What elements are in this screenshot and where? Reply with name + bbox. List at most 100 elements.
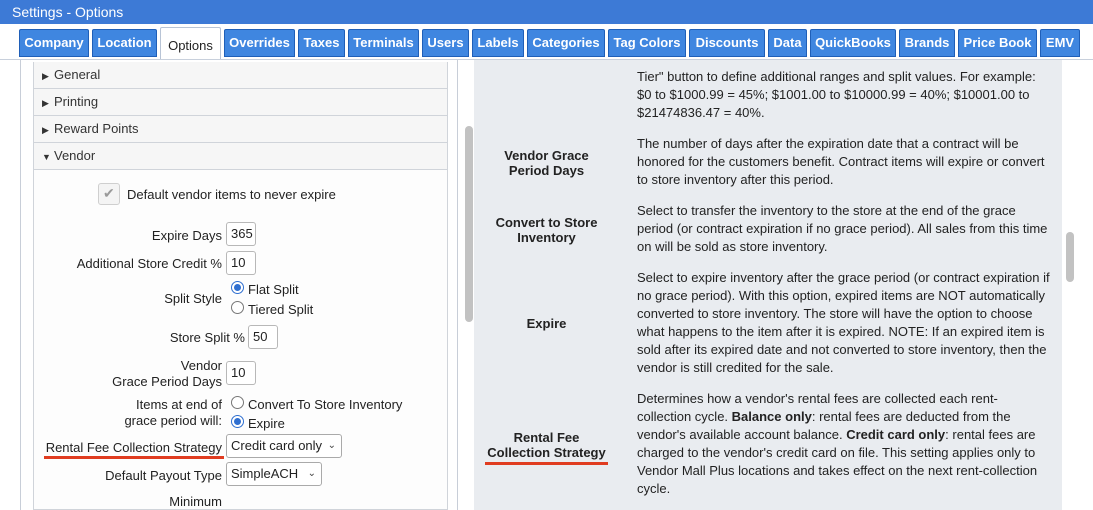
tab-terminals[interactable]: Terminals xyxy=(348,29,419,57)
accordion-printing-label: Printing xyxy=(54,94,99,109)
tab-tag-colors[interactable]: Tag Colors xyxy=(608,29,686,57)
tab-labels[interactable]: Labels xyxy=(472,29,524,57)
expire-days-input[interactable]: 365 xyxy=(226,222,256,246)
accordion-vendor[interactable]: ▼ Vendor xyxy=(33,143,448,170)
never-expire-label: Default vendor items to never expire xyxy=(127,187,336,202)
help-term-expire: Expire xyxy=(526,316,567,331)
tiered-split-label: Tiered Split xyxy=(248,302,314,317)
help-desc-grace-line3: to store inventory after this period. xyxy=(637,172,834,187)
accordion-general[interactable]: ▶ General xyxy=(33,62,448,89)
help-term-rental-line2: Collection Strategy xyxy=(487,445,606,460)
store-split-label: Store Split % xyxy=(169,330,245,345)
tiered-split-radio[interactable] xyxy=(231,301,244,314)
payout-type-label: Default Payout Type xyxy=(105,468,222,483)
additional-store-credit-label: Additional Store Credit % xyxy=(76,256,222,271)
options-panel-scrollbar[interactable] xyxy=(465,126,473,322)
help-desc-expire-line1: Select to expire inventory after the gra… xyxy=(637,270,1050,285)
caret-right-icon: ▶ xyxy=(42,98,49,108)
tab-taxes[interactable]: Taxes xyxy=(298,29,345,57)
rental-fee-strategy-value: Credit card only xyxy=(231,438,323,453)
help-desc-rental-line3-post: : rental fees are xyxy=(945,427,1036,442)
help-fragment-line2: $0 to $1000.99 = 45%; $1001.00 to $10000… xyxy=(637,87,1030,102)
rental-term-highlight xyxy=(485,462,608,465)
help-desc-expire-line4: what happens to the item after it is exp… xyxy=(637,324,1045,339)
tab-emv[interactable]: EMV xyxy=(1040,29,1080,57)
expire-days-label: Expire Days xyxy=(151,228,222,243)
window-title: Settings - Options xyxy=(0,0,1093,24)
grace-period-label-line1: Vendor xyxy=(180,358,222,373)
balance-only-term: Balance only xyxy=(731,409,812,424)
help-desc-convert-line2: period (or contract expiration if no gra… xyxy=(637,221,1048,236)
rental-fee-strategy-select[interactable]: Credit card only ⌄ xyxy=(226,434,342,458)
help-term-grace-line1: Vendor Grace xyxy=(504,148,589,163)
flat-split-radio[interactable] xyxy=(231,281,244,294)
payout-type-select[interactable]: SimpleACH ⌄ xyxy=(226,462,322,486)
payout-type-value: SimpleACH xyxy=(231,466,299,481)
convert-inventory-label: Convert To Store Inventory xyxy=(248,397,403,412)
help-desc-rental-line5: Vendor Mall Plus locations and takes eff… xyxy=(637,463,1038,478)
expire-radio[interactable] xyxy=(231,415,244,428)
tab-options[interactable]: Options xyxy=(160,27,221,60)
caret-right-icon: ▶ xyxy=(42,71,49,81)
grace-period-label-line2: Grace Period Days xyxy=(112,374,222,389)
accordion-printing[interactable]: ▶ Printing xyxy=(33,89,448,116)
help-panel: Tier" button to define additional ranges… xyxy=(474,60,1062,510)
rental-fee-label-highlight xyxy=(44,456,224,459)
help-desc-grace-line1: The number of days after the expiration … xyxy=(637,136,1019,151)
check-icon: ✔ xyxy=(103,185,115,201)
tab-price-book[interactable]: Price Book xyxy=(958,29,1037,57)
accordion-reward-points[interactable]: ▶ Reward Points xyxy=(33,116,448,143)
help-term-convert-line2: Inventory xyxy=(517,230,576,245)
help-desc-rental-line1: Determines how a vendor's rental fees ar… xyxy=(637,391,998,406)
minimum-label: Minimum xyxy=(169,494,222,509)
options-panel: ▶ General ▶ Printing ▶ Reward Points ▼ Vendo… xyxy=(20,60,458,510)
tab-users[interactable]: Users xyxy=(422,29,469,57)
help-desc-rental-line4: charged to the vendor's credit card on f… xyxy=(637,445,1036,460)
chevron-down-icon: ⌄ xyxy=(307,468,316,479)
tab-quickbooks[interactable]: QuickBooks xyxy=(810,29,896,57)
help-desc-rental-line2: collection cycle. Balance only: rental f… xyxy=(637,408,1055,426)
tab-discounts[interactable]: Discounts xyxy=(689,29,765,57)
help-term-grace-line2: Period Days xyxy=(508,163,585,178)
options-accordion: ▶ General ▶ Printing ▶ Reward Points ▼ Vendo… xyxy=(33,62,448,510)
tab-bar: Company Location Options Overrides Taxes… xyxy=(0,24,1093,60)
tab-categories[interactable]: Categories xyxy=(527,29,605,57)
help-desc-grace-line2: honored for the customers benefit. Contr… xyxy=(637,154,1045,169)
accordion-reward-points-label: Reward Points xyxy=(54,121,139,136)
tab-company[interactable]: Company xyxy=(19,29,89,57)
help-desc-convert-line1: Select to transfer the inventory to the … xyxy=(637,203,1016,218)
help-desc-rental-line3: vendor's available account balance. Cred… xyxy=(637,426,1055,444)
additional-store-credit-input[interactable]: 10 xyxy=(226,251,256,275)
flat-split-label: Flat Split xyxy=(248,282,299,297)
convert-inventory-radio[interactable] xyxy=(231,396,244,409)
caret-right-icon: ▶ xyxy=(42,125,49,135)
chevron-down-icon: ⌄ xyxy=(327,440,336,451)
grace-period-input[interactable]: 10 xyxy=(226,361,256,385)
help-desc-rental-line2-pre: collection cycle. xyxy=(637,409,732,424)
help-desc-rental-line2-post: : rental fees are deducted from the xyxy=(811,409,1011,424)
caret-down-icon: ▼ xyxy=(42,152,51,162)
tab-brands[interactable]: Brands xyxy=(899,29,955,57)
help-term-rental-line1: Rental Fee xyxy=(513,430,580,445)
help-term-convert-line1: Convert to Store xyxy=(495,215,598,230)
store-split-input[interactable]: 50 xyxy=(248,325,278,349)
split-style-label: Split Style xyxy=(164,291,222,306)
expire-label: Expire xyxy=(248,416,285,431)
tab-data[interactable]: Data xyxy=(768,29,807,57)
accordion-general-label: General xyxy=(54,67,101,82)
tab-overrides[interactable]: Overrides xyxy=(224,29,295,57)
end-of-grace-label-line2: grace period will: xyxy=(124,413,222,428)
end-of-grace-label-line1: Items at end of xyxy=(136,397,222,412)
never-expire-checkbox[interactable]: ✔ xyxy=(98,183,120,205)
help-desc-expire-line5: sold after its expired date and not conv… xyxy=(637,342,1047,357)
help-desc-expire-line6: vendor is still credited for the sale. xyxy=(637,360,834,375)
help-panel-scrollbar[interactable] xyxy=(1066,232,1074,282)
help-desc-convert-line3: on will be sold as store inventory. xyxy=(637,239,828,254)
rental-fee-strategy-label: Rental Fee Collection Strategy xyxy=(45,440,222,455)
tab-location[interactable]: Location xyxy=(92,29,157,57)
vendor-section-body: ✔ Default vendor items to never expire E… xyxy=(33,170,448,510)
help-fragment-line1: Tier" button to define additional ranges… xyxy=(637,69,1036,84)
credit-card-only-term: Credit card only xyxy=(846,427,946,442)
help-desc-expire-line3: converted to store inventory. The store … xyxy=(637,306,1033,321)
help-desc-rental-line6: cycle. xyxy=(637,481,671,496)
